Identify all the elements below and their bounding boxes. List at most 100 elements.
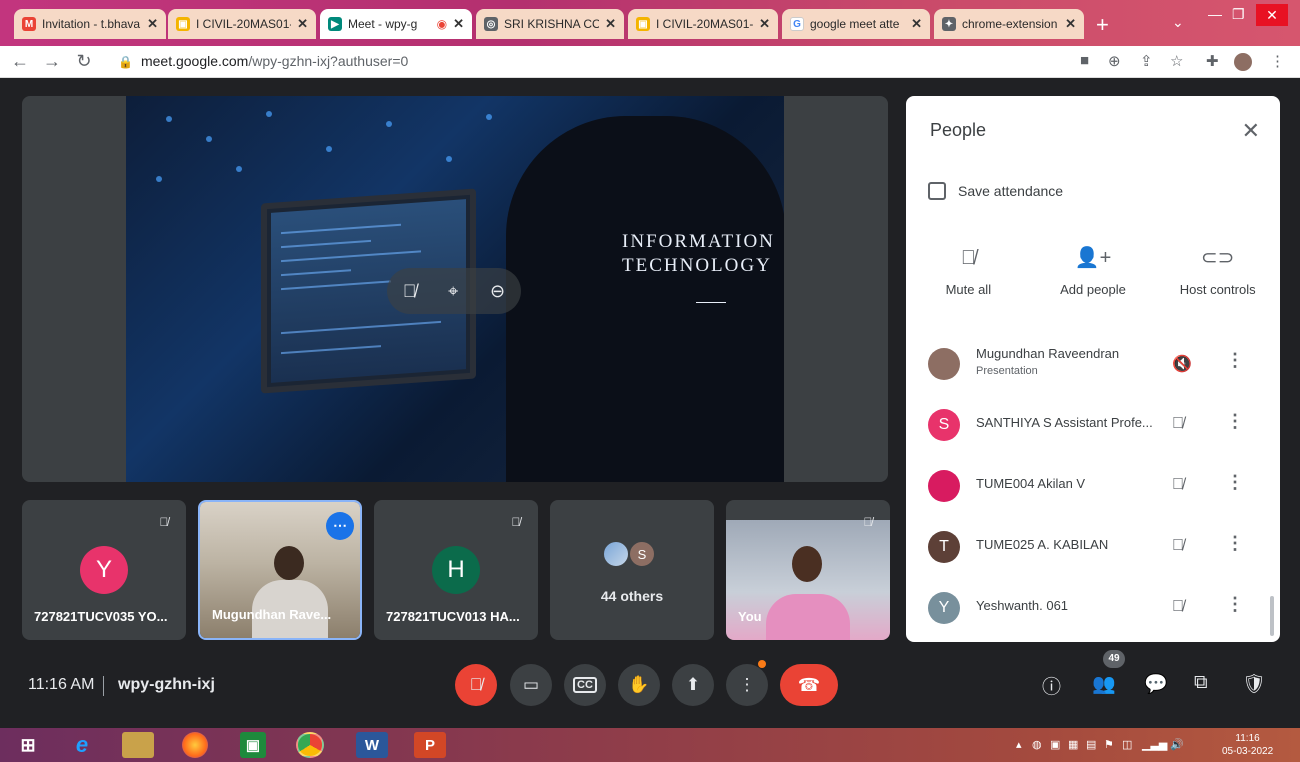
powerpoint-icon[interactable]: P	[414, 732, 446, 758]
mic-off-icon[interactable]: 🎙̸	[1172, 476, 1184, 494]
back-icon[interactable]: ←	[8, 51, 32, 72]
tray-app-icon[interactable]: ▦	[1068, 738, 1078, 751]
tab-search-icon[interactable]: ⌄	[1172, 14, 1184, 31]
tray-chevron-icon[interactable]: ▴	[1016, 738, 1022, 751]
more-options-icon[interactable]: ⋮	[1226, 594, 1244, 615]
leave-call-button[interactable]: ☎	[780, 664, 838, 706]
close-tab-icon[interactable]: ✕	[759, 16, 770, 32]
extensions-icon[interactable]: ✚	[1206, 52, 1219, 70]
tray-app-icon[interactable]: ▣	[1050, 738, 1060, 751]
more-options-icon[interactable]: ⋮	[1226, 533, 1244, 554]
close-tab-icon[interactable]: ✕	[1065, 16, 1076, 32]
tray-app-icon[interactable]: ▤	[1086, 738, 1096, 751]
more-options-icon[interactable]: ⋮	[1226, 411, 1244, 432]
raise-hand-button[interactable]: ✋	[618, 664, 660, 706]
mic-off-icon[interactable]: 🎙̸	[1172, 537, 1184, 555]
speaker-off-icon[interactable]: 🔇	[1172, 354, 1192, 374]
firefox-icon[interactable]	[182, 732, 208, 758]
present-button[interactable]: ⬆	[672, 664, 714, 706]
mute-all-button[interactable]: 🎙̸ Mute all	[906, 244, 1031, 297]
taskbar-clock[interactable]: 11:16 05-03-2022	[1222, 732, 1273, 758]
list-item[interactable]: TUME004 Akilan V 🎙̸ ⋮	[906, 458, 1280, 514]
people-icon[interactable]: 👥	[1092, 672, 1116, 696]
participant-tile[interactable]: 🎙̸ H 727821TUCV013 HA...	[374, 500, 538, 640]
close-tab-icon[interactable]: ✕	[297, 16, 308, 32]
list-item[interactable]: S SANTHIYA S Assistant Profe... 🎙̸ ⋮	[906, 397, 1280, 453]
presentation-title: INFORMATION TECHNOLOGY	[622, 230, 775, 278]
avatar	[602, 540, 630, 568]
minimize-button[interactable]: —	[1208, 6, 1222, 22]
participant-tile[interactable]: 🎙̸ Y 727821TUCV035 YO...	[22, 500, 186, 640]
word-icon[interactable]: W	[356, 732, 388, 758]
close-tab-icon[interactable]: ✕	[147, 16, 158, 32]
close-tab-icon[interactable]: ✕	[911, 16, 922, 32]
share-icon[interactable]: ⇪	[1140, 52, 1153, 70]
tab-google-search[interactable]: G google meet atte ✕	[782, 9, 930, 39]
more-options-button[interactable]: ⋮	[726, 664, 768, 706]
chat-icon[interactable]: 💬	[1144, 672, 1168, 696]
tab-meet[interactable]: ▶ Meet - wpy-g ◉ ✕	[320, 9, 472, 39]
close-tab-icon[interactable]: ✕	[453, 16, 464, 32]
more-options-icon[interactable]: ⋮	[1226, 472, 1244, 493]
file-explorer-icon[interactable]	[122, 732, 154, 758]
close-tab-icon[interactable]: ✕	[605, 16, 616, 32]
mic-off-icon: 🎙̸	[511, 515, 521, 529]
restore-button[interactable]: ❐	[1232, 6, 1245, 23]
tray-app-icon[interactable]: ⚑	[1104, 738, 1114, 751]
info-icon[interactable]: ⓘ	[1042, 672, 1061, 699]
list-item[interactable]: Y Yeshwanth. 061 🎙̸ ⋮	[906, 580, 1280, 636]
add-people-button[interactable]: 👤+ Add people	[1031, 244, 1156, 297]
camera-toggle-button[interactable]: ▭	[510, 664, 552, 706]
tray-app-icon[interactable]: ◍	[1032, 738, 1042, 751]
pin-icon[interactable]: ⌖	[448, 281, 458, 302]
close-icon[interactable]: ✕	[1242, 118, 1260, 144]
forward-icon[interactable]: →	[40, 51, 64, 72]
tab-invitation[interactable]: M Invitation - t.bhava ✕	[14, 9, 166, 39]
store-icon[interactable]: ▣	[240, 732, 266, 758]
list-item[interactable]: Mugundhan Raveendran Presentation 🔇 ⋮	[906, 336, 1280, 392]
save-attendance-label: Save attendance	[958, 183, 1064, 199]
more-options-icon[interactable]: ⋮	[1226, 350, 1244, 371]
browser-menu-icon[interactable]: ⋮	[1270, 52, 1285, 70]
list-item[interactable]: T TUME025 A. KABILAN 🎙̸ ⋮	[906, 519, 1280, 575]
tray-app-icon[interactable]: ◫	[1122, 738, 1132, 751]
tab-civil-1[interactable]: ▣ I CIVIL-20MAS01- ✕	[168, 9, 316, 39]
new-tab-button[interactable]: +	[1096, 12, 1109, 38]
tab-label: I CIVIL-20MAS01-	[656, 17, 754, 31]
zoom-icon[interactable]: ⊕	[1108, 52, 1121, 70]
save-attendance-button[interactable]: Save attendance	[928, 182, 1063, 200]
more-options-button[interactable]: ⋯	[326, 512, 354, 540]
volume-icon[interactable]: 🔊	[1170, 738, 1184, 751]
network-icon[interactable]: ▁▃▅	[1142, 738, 1167, 751]
bookmark-star-icon[interactable]: ☆	[1170, 52, 1183, 70]
mic-toggle-button[interactable]: 🎙̸	[455, 664, 497, 706]
mic-off-icon[interactable]: 🎙̸	[1172, 598, 1184, 616]
tab-sri-krishna[interactable]: ◎ SRI KRISHNA COL ✕	[476, 9, 624, 39]
scrollbar[interactable]	[1270, 596, 1274, 636]
host-controls-button[interactable]: ⊂⊃ Host controls	[1155, 244, 1280, 297]
mic-off-icon[interactable]: 🎙̸	[403, 281, 417, 302]
activities-icon[interactable]: ⧉	[1194, 672, 1208, 694]
tab-label: I CIVIL-20MAS01-	[196, 17, 292, 31]
mic-off-icon[interactable]: 🎙̸	[1172, 415, 1184, 433]
avatar: Y	[928, 592, 960, 624]
tab-extension[interactable]: ✦ chrome-extension ✕	[934, 9, 1084, 39]
close-window-button[interactable]: ✕	[1256, 4, 1288, 26]
others-tile[interactable]: S 44 others	[550, 500, 714, 640]
reload-icon[interactable]: ↻	[72, 51, 96, 72]
profile-avatar[interactable]	[1234, 53, 1252, 71]
chrome-icon[interactable]	[296, 732, 324, 758]
self-tile[interactable]: 🎙̸ You	[726, 500, 890, 640]
background-light	[206, 136, 212, 142]
url-field[interactable]: 🔒 meet.google.com/wpy-gzhn-ixj?authuser=0	[118, 53, 408, 69]
remove-icon[interactable]: ⊖	[490, 281, 505, 302]
captions-button[interactable]: CC	[564, 664, 606, 706]
tab-civil-2[interactable]: ▣ I CIVIL-20MAS01- ✕	[628, 9, 778, 39]
code-line	[281, 345, 381, 355]
internet-explorer-icon[interactable]: e	[66, 732, 98, 758]
windows-start-icon[interactable]: ⊞	[12, 732, 44, 758]
background-light	[446, 156, 452, 162]
host-controls-icon[interactable]: 🛡	[1242, 672, 1266, 696]
participant-tile-speaking[interactable]: ⋯ Mugundhan Rave...	[198, 500, 362, 640]
camera-indicator-icon[interactable]: ■	[1080, 52, 1089, 69]
